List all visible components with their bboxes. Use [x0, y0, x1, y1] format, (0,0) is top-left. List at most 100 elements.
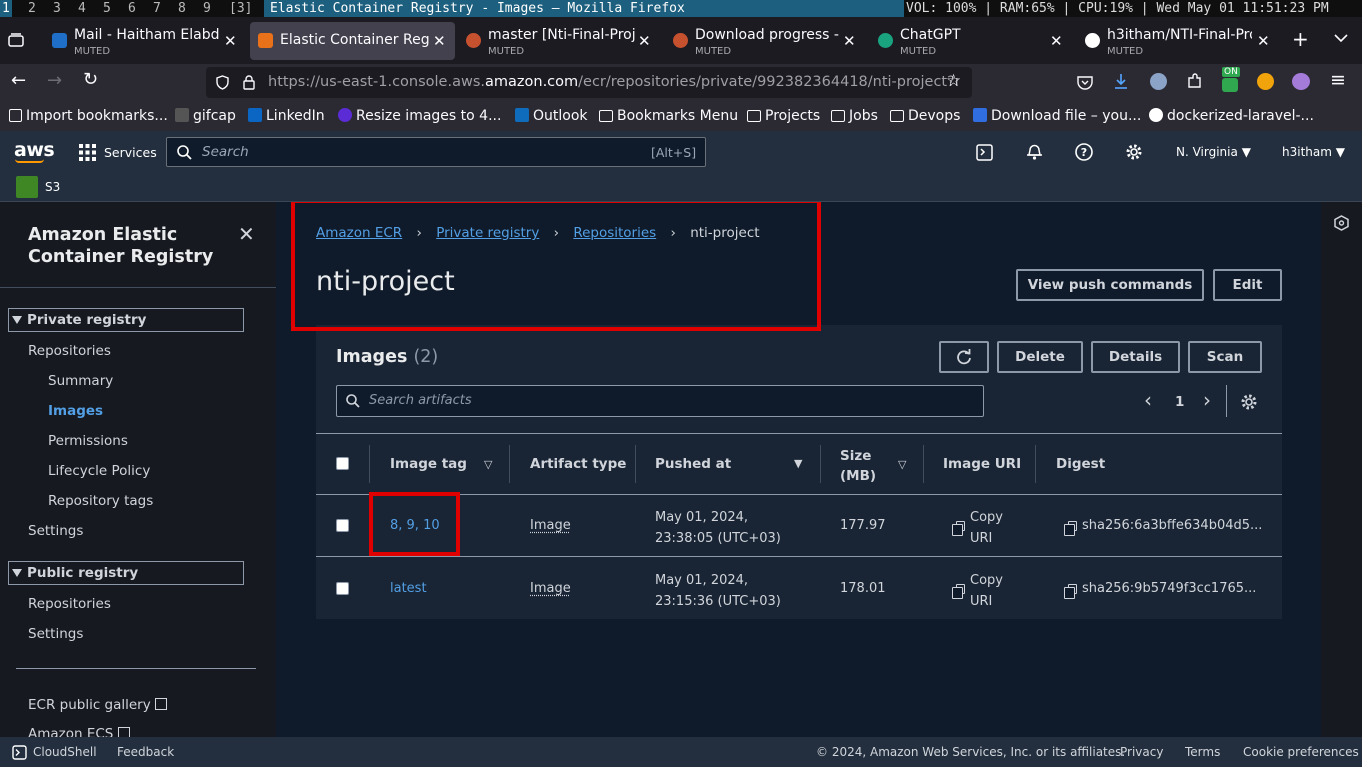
copy-uri-button[interactable]: Copy URI [970, 507, 1003, 549]
aws-logo[interactable]: aws [14, 139, 55, 161]
copy-icon[interactable] [1064, 521, 1077, 536]
refresh-button[interactable] [939, 341, 989, 373]
terms-link[interactable]: Terms [1185, 745, 1220, 759]
bookmark-star-icon[interactable]: ☆ [946, 71, 961, 91]
sidebar-item-images[interactable]: Images [48, 403, 103, 419]
sort-descending-icon[interactable]: ▼ [794, 457, 802, 470]
services-grid-icon[interactable] [79, 144, 96, 161]
copy-icon[interactable] [952, 521, 965, 536]
sidebar-item-ecr-gallery[interactable]: ECR public gallery [28, 697, 168, 713]
feedback-link[interactable]: Feedback [117, 745, 174, 759]
s3-favorite[interactable]: S3 [45, 180, 60, 194]
settings-gear-icon[interactable] [1125, 143, 1143, 161]
pocket-icon[interactable] [1077, 75, 1093, 90]
new-tab-icon[interactable]: + [1292, 27, 1309, 51]
back-icon[interactable]: ← [11, 70, 26, 91]
workspace-7[interactable]: 7 [153, 0, 161, 17]
workspace-2[interactable]: 2 [28, 0, 36, 17]
close-icon[interactable]: ✕ [638, 32, 651, 50]
aws-search-input[interactable]: Search [Alt+S] [166, 137, 706, 167]
details-button[interactable]: Details [1091, 341, 1180, 373]
workspace-8[interactable]: 8 [178, 0, 186, 17]
s3-icon[interactable] [16, 176, 38, 198]
bookmark-download-file[interactable]: Download file – you... [973, 108, 1141, 124]
table-row[interactable]: 8, 9, 10 Image May 01, 2024, 23:38:05 (UT… [316, 494, 1282, 556]
extensions-icon[interactable] [1186, 73, 1203, 90]
public-registry-header[interactable]: Public registry [8, 561, 244, 585]
bookmark-linkedin[interactable]: LinkedIn [248, 108, 325, 124]
sidebar-item-public-repositories[interactable]: Repositories [28, 596, 111, 612]
close-icon[interactable]: ✕ [1257, 32, 1270, 50]
private-registry-header[interactable]: Private registry [8, 308, 244, 332]
url-bar[interactable]: https://us-east-1.console.aws.amazon.com… [206, 67, 972, 98]
lock-icon[interactable] [243, 75, 255, 90]
image-tag-link[interactable]: latest [390, 581, 427, 596]
account-menu[interactable]: h3itham ▼ [1282, 145, 1345, 159]
privacy-link[interactable]: Privacy [1120, 745, 1163, 759]
bookmark-outlook[interactable]: Outlook [515, 108, 588, 124]
page-number[interactable]: 1 [1175, 394, 1184, 410]
sidebar-item-amazon-ecs[interactable]: Amazon ECS [28, 726, 130, 737]
help-icon[interactable]: ? [1075, 143, 1093, 161]
tab-github[interactable]: h3itham/NTI-Final-Proj MUTED ✕ [1077, 22, 1279, 60]
bookmark-menu-folder[interactable]: Bookmarks Menu [599, 108, 738, 124]
bookmark-resize[interactable]: Resize images to 4... [338, 108, 501, 124]
privacy-badger-icon[interactable] [1292, 73, 1310, 90]
bookmark-jobs-folder[interactable]: Jobs [831, 108, 878, 124]
sidebar-item-summary[interactable]: Summary [48, 373, 113, 389]
scan-button[interactable]: Scan [1188, 341, 1262, 373]
next-page-icon[interactable]: › [1203, 388, 1211, 412]
account-avatar-icon[interactable] [1150, 73, 1167, 90]
tab-download[interactable]: Download progress - P MUTED ✕ [665, 22, 865, 60]
row-checkbox[interactable] [336, 519, 349, 532]
tab-ecr[interactable]: Elastic Container Registr ✕ [250, 22, 455, 60]
notifications-bell-icon[interactable] [1026, 143, 1043, 161]
sidebar-item-repository-tags[interactable]: Repository tags [48, 493, 153, 509]
select-all-checkbox[interactable] [336, 457, 349, 470]
edit-button[interactable]: Edit [1213, 269, 1282, 301]
close-icon[interactable]: ✕ [843, 32, 856, 50]
close-icon[interactable]: ✕ [1050, 32, 1063, 50]
sidebar-item-settings[interactable]: Settings [28, 523, 83, 539]
row-checkbox[interactable] [336, 582, 349, 595]
close-sidebar-icon[interactable]: ✕ [238, 222, 255, 246]
region-selector[interactable]: N. Virginia ▼ [1176, 145, 1251, 159]
sort-icon[interactable]: ▽ [898, 458, 906, 471]
preferences-gear-icon[interactable] [1240, 393, 1258, 411]
tab-chatgpt[interactable]: ChatGPT MUTED ✕ [870, 22, 1072, 60]
shield-icon[interactable] [215, 75, 230, 90]
sidebar-item-repositories[interactable]: Repositories [28, 343, 111, 359]
extension-on-icon[interactable] [1222, 78, 1238, 92]
workspace-1[interactable]: 1 [0, 0, 12, 17]
sidebar-item-lifecycle-policy[interactable]: Lifecycle Policy [48, 463, 150, 479]
cookie-preferences-link[interactable]: Cookie preferences [1243, 745, 1359, 759]
workspace-5[interactable]: 5 [103, 0, 111, 17]
keepassxc-icon[interactable] [1257, 73, 1274, 90]
reload-icon[interactable]: ↻ [83, 69, 98, 90]
workspace-3[interactable]: 3 [53, 0, 61, 17]
menu-icon[interactable]: ≡ [1330, 69, 1346, 91]
bookmark-projects-folder[interactable]: Projects [747, 108, 820, 124]
services-menu[interactable]: Services [104, 145, 157, 160]
cloudshell-button[interactable]: CloudShell [33, 745, 97, 759]
bookmark-import[interactable]: Import bookmarks... [9, 108, 168, 124]
tab-mail[interactable]: Mail - Haitham Elabd - MUTED ✕ [44, 22, 246, 60]
downloads-icon[interactable] [1113, 73, 1129, 90]
tab-gitlab[interactable]: master [Nti-Final-Proje MUTED ✕ [458, 22, 660, 60]
bookmark-dockerized[interactable]: dockerized-laravel-... [1149, 108, 1314, 124]
workspace-4[interactable]: 4 [78, 0, 86, 17]
forward-icon[interactable]: → [47, 70, 62, 91]
workspace-6[interactable]: 6 [128, 0, 136, 17]
copy-uri-button[interactable]: Copy URI [970, 570, 1003, 612]
sort-icon[interactable]: ▽ [484, 458, 492, 471]
list-tabs-icon[interactable] [1334, 33, 1348, 43]
tab-overview-icon[interactable] [8, 33, 24, 47]
table-row[interactable]: latest Image May 01, 2024, 23:15:36 (UTC+… [316, 556, 1282, 620]
view-push-commands-button[interactable]: View push commands [1016, 269, 1204, 301]
search-artifacts-input[interactable]: Search artifacts [336, 385, 984, 417]
close-icon[interactable]: ✕ [224, 32, 237, 50]
close-icon[interactable]: ✕ [433, 32, 446, 50]
workspace-9[interactable]: 9 [203, 0, 211, 17]
bookmark-devops-folder[interactable]: Devops [890, 108, 960, 124]
bookmark-gifcap[interactable]: gifcap [175, 108, 236, 124]
